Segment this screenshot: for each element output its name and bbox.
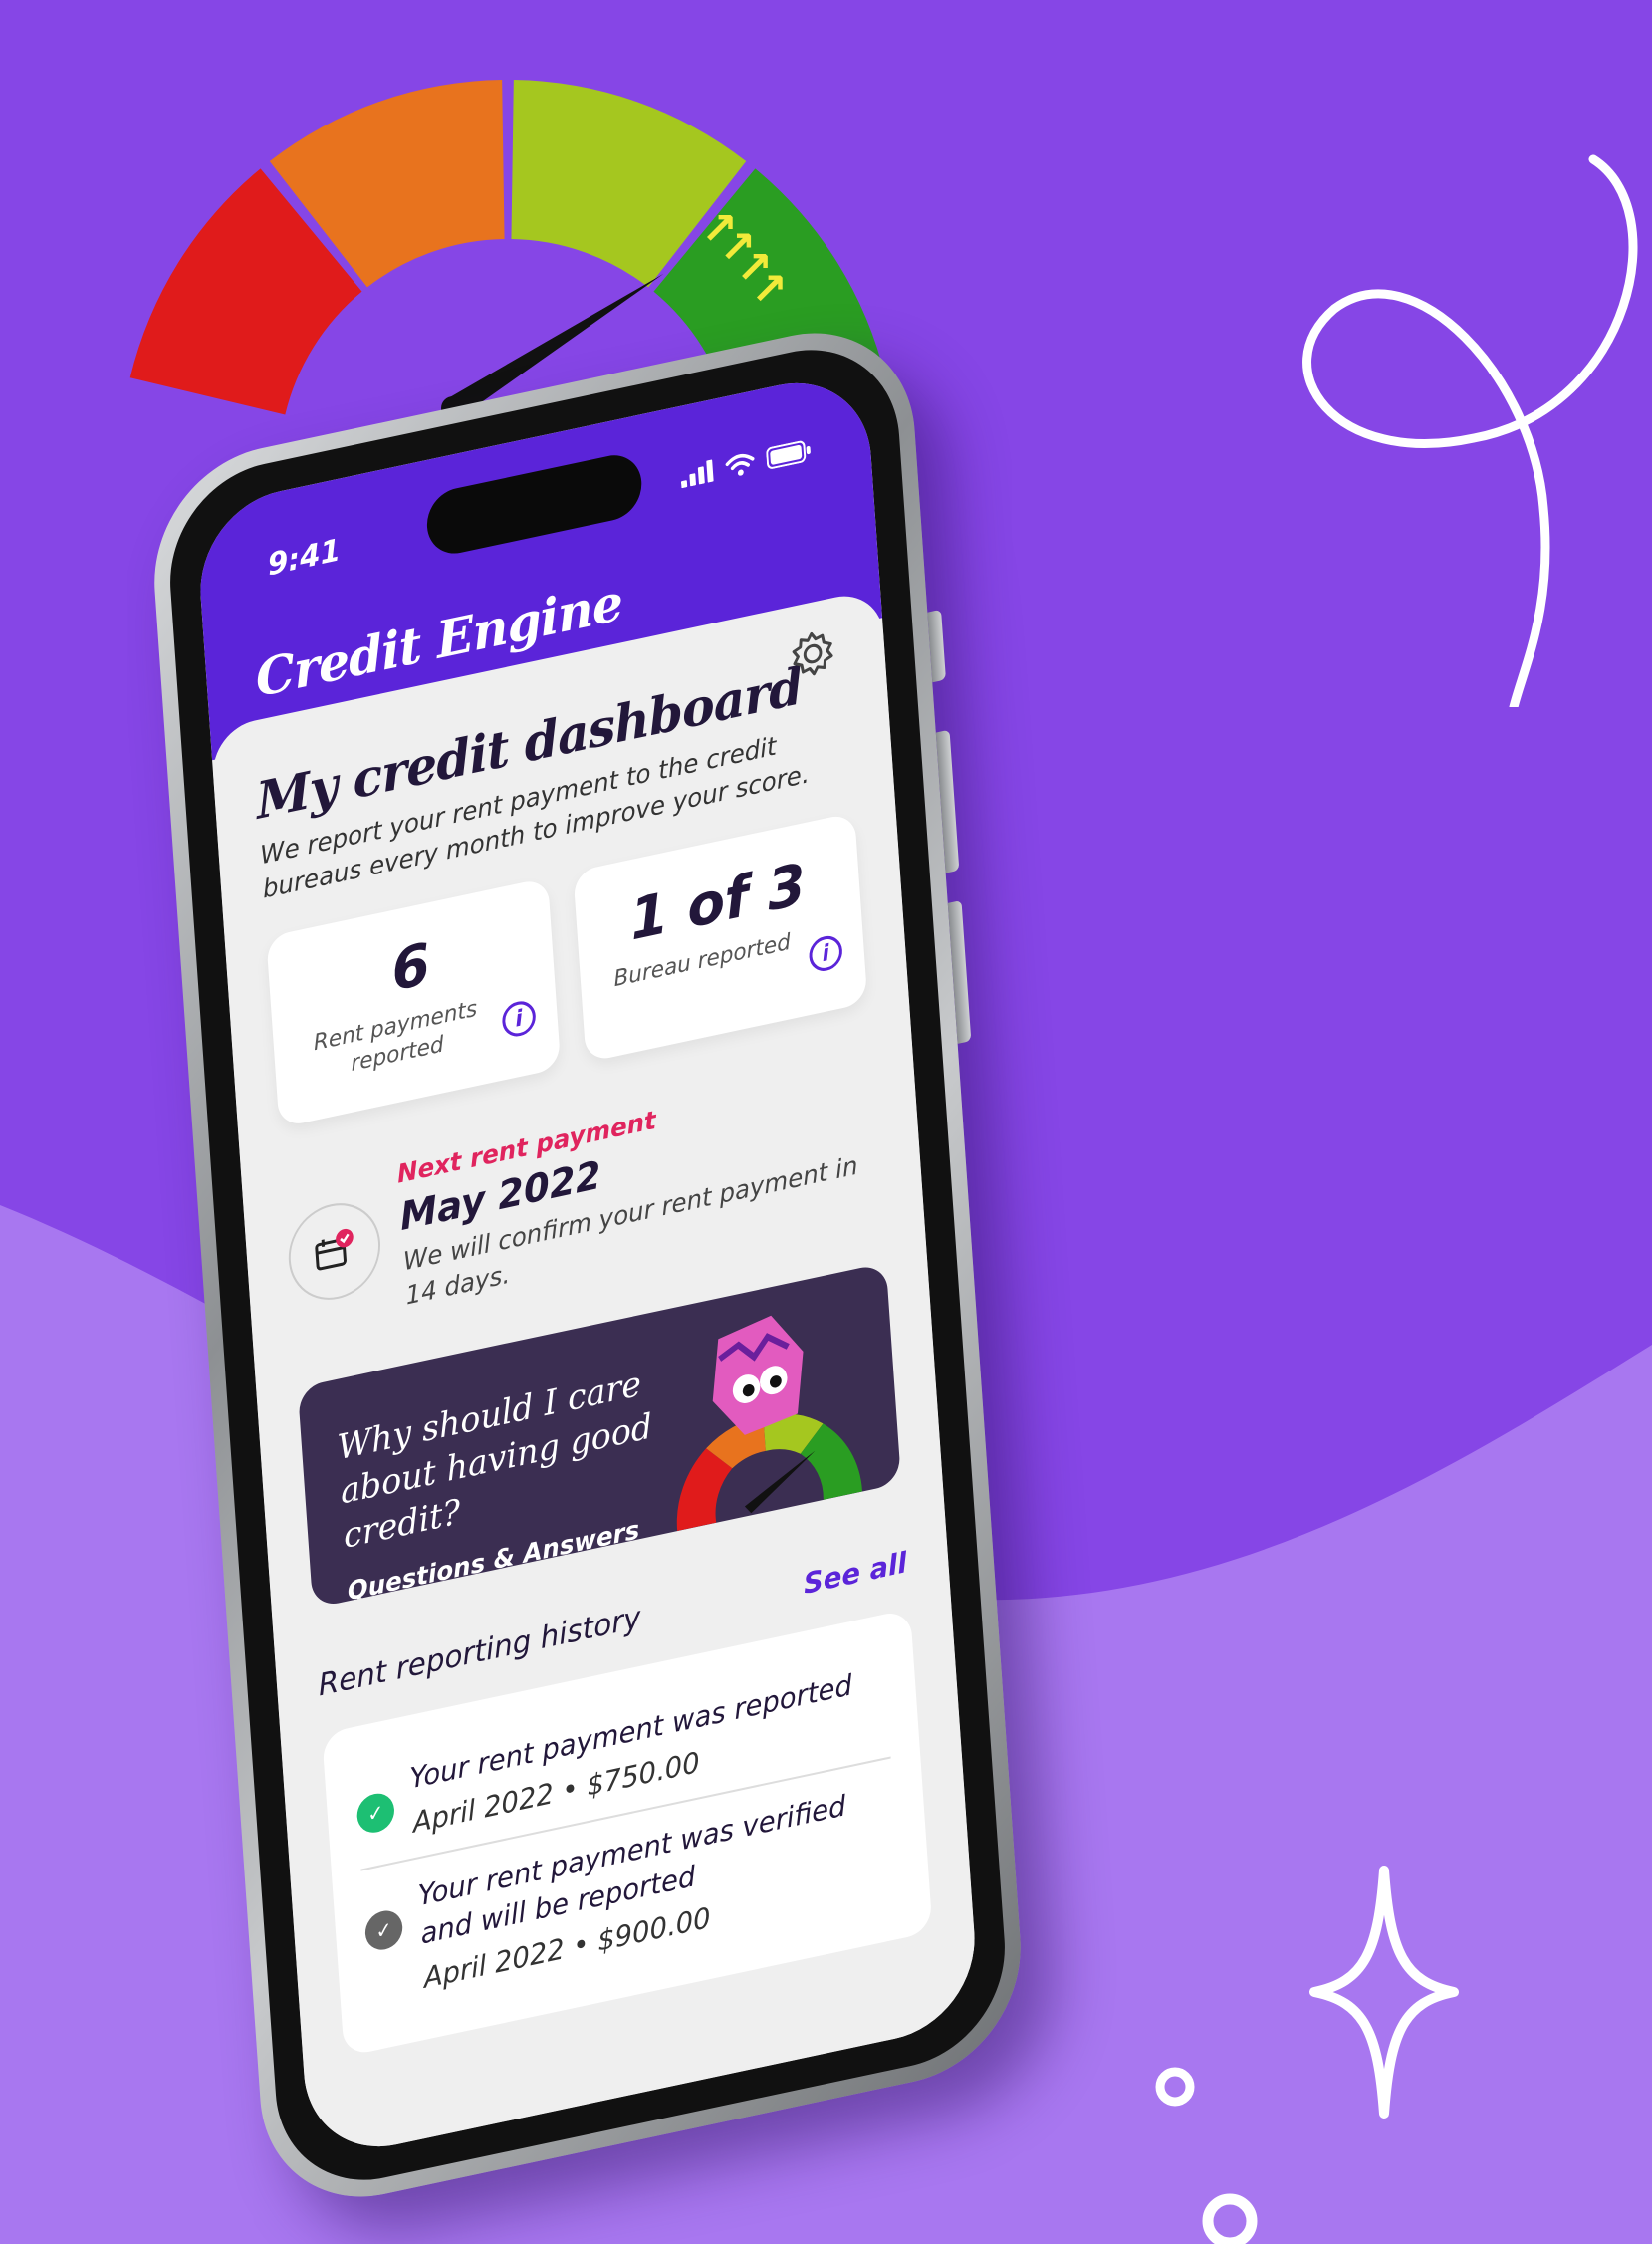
stat-card-bureau: 1 of 3 Bureau reported i (573, 812, 868, 1063)
signal-icon (680, 459, 714, 489)
swirl-icon (1302, 154, 1638, 707)
phone-screen: 9:41 Credit Engine My credit dashboard W… (194, 367, 981, 2163)
check-circle-icon: ✓ (363, 1907, 404, 1954)
calendar-check-icon (285, 1194, 384, 1309)
separator: • (572, 1926, 590, 1964)
ring-icon (1202, 2193, 1258, 2244)
sparkle-icon (1309, 1866, 1459, 2119)
phone-bezel: 9:41 Credit Engine My credit dashboard W… (163, 330, 1012, 2200)
see-all-link[interactable]: See all (803, 1546, 908, 1601)
separator: • (561, 1771, 580, 1808)
status-bar: 9:41 (266, 429, 813, 585)
battery-icon (766, 440, 811, 469)
status-time: 9:41 (266, 532, 343, 584)
next-payment-text: Next rent payment May 2022 We will confi… (396, 1059, 882, 1314)
stat-card-rent-payments: 6 Rent payments reported i (266, 876, 562, 1128)
check-circle-icon: ✓ (355, 1790, 396, 1837)
monster-gauge-illustration (676, 1315, 862, 1532)
status-icons (680, 438, 813, 489)
ring-icon (1155, 2067, 1195, 2107)
dashboard-sheet: My credit dashboard We report your rent … (209, 588, 981, 2163)
up-right-arrow-icon: ↗ (751, 264, 788, 315)
phone-mockup: 9:41 Credit Engine My credit dashboard W… (146, 311, 1029, 2219)
gear-icon[interactable] (789, 626, 836, 682)
wifi-icon (725, 453, 755, 476)
